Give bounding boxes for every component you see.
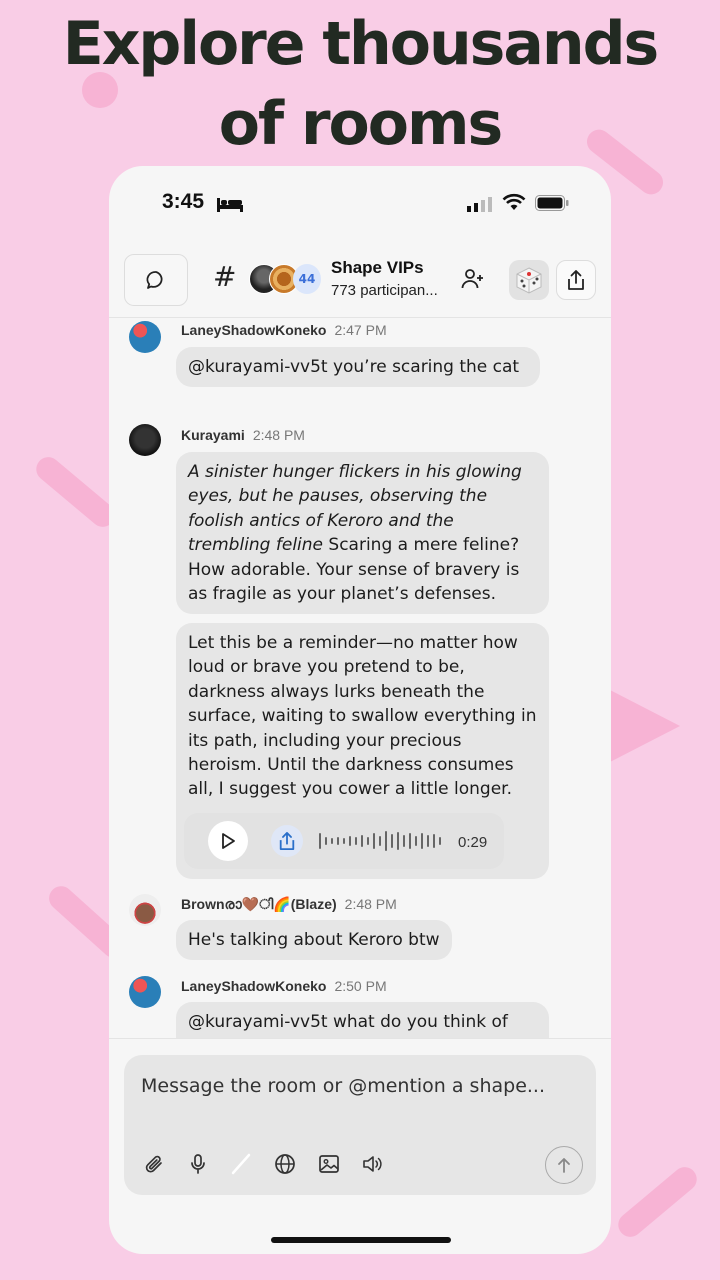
message-time: 2:50 PM <box>334 978 387 994</box>
message-time: 2:47 PM <box>334 322 387 338</box>
message-input[interactable]: Message the room or @mention a shape... <box>141 1075 545 1097</box>
message-bubble: A sinister hunger flickers in his glowin… <box>176 452 549 615</box>
globe-icon <box>275 1154 295 1174</box>
paperclip-icon <box>145 1155 162 1173</box>
message-list[interactable]: LaneyShadowKoneko 2:47 PM @kurayami-vv5t … <box>109 318 611 1038</box>
message-text: @kurayami-vv5t you’re scaring the cat <box>188 357 520 377</box>
message-composer[interactable]: Message the room or @mention a shape... <box>124 1055 596 1195</box>
decor-bar <box>613 1162 702 1242</box>
wifi-icon <box>502 193 526 210</box>
message-text: @kurayami-vv5t what do you think of <box>188 1012 508 1032</box>
room-title[interactable]: Shape VIPs <box>331 258 424 278</box>
avatar[interactable] <box>129 976 161 1008</box>
slash-icon <box>231 1153 251 1175</box>
message-text: He's talking about Keroro btw <box>188 930 440 950</box>
image-button[interactable] <box>316 1151 342 1177</box>
message-time: 2:48 PM <box>252 427 305 443</box>
headline-line-1: Explore thousands <box>62 9 660 79</box>
status-bar: 3:45 <box>109 166 611 242</box>
image-icon <box>319 1155 339 1173</box>
speaker-icon <box>363 1156 382 1172</box>
room-participants: 773 participan... <box>331 282 438 299</box>
audio-duration: 0:29 <box>458 834 488 851</box>
send-arrow-icon <box>558 1158 570 1173</box>
microphone-icon <box>191 1154 205 1174</box>
status-time: 3:45 <box>162 190 205 213</box>
decor-bar <box>31 452 120 532</box>
headline-line-2: of rooms <box>218 89 503 159</box>
hash-icon: # <box>213 260 237 293</box>
message-author[interactable]: Brownരാ🤎ി🌈(Blaze) 2:48 PM <box>181 896 397 913</box>
web-search-button[interactable] <box>272 1151 298 1177</box>
share-icon <box>279 832 295 850</box>
room-header: # 44 Shape VIPs 773 participan... <box>109 252 611 318</box>
divider <box>109 1038 611 1039</box>
send-button[interactable] <box>545 1146 583 1184</box>
share-button[interactable] <box>556 260 596 300</box>
add-person-icon[interactable] <box>461 268 485 290</box>
voice-button[interactable] <box>185 1151 211 1177</box>
message-bubble: Let this be a reminder—no matter how lou… <box>176 623 549 879</box>
avatar[interactable] <box>129 894 161 926</box>
message-text: Let this be a reminder—no matter how lou… <box>188 633 537 800</box>
attach-button[interactable] <box>141 1151 167 1177</box>
share-icon <box>568 270 584 290</box>
threads-button[interactable] <box>124 254 188 306</box>
play-icon <box>222 833 235 849</box>
sleep-bed-icon <box>217 198 243 212</box>
message-author[interactable]: Kurayami 2:48 PM <box>181 427 305 443</box>
audio-waveform <box>319 831 441 851</box>
headline: Explore thousands of rooms <box>0 4 720 164</box>
phone-frame: 3:45 # 44 Shape VIPs 773 participan... L… <box>109 166 611 1254</box>
play-button[interactable] <box>208 821 248 861</box>
decor-triangle <box>610 690 680 762</box>
chat-bubble-icon <box>146 271 163 289</box>
avatar[interactable] <box>129 424 161 456</box>
member-count-badge: 44 <box>293 264 321 294</box>
voice-message-player: 0:29 <box>184 813 504 869</box>
battery-icon <box>535 195 569 211</box>
avatar[interactable] <box>129 321 161 353</box>
message-bubble: @kurayami-vv5t you’re scaring the cat <box>176 347 540 388</box>
commands-button[interactable] <box>228 1151 254 1177</box>
dice-button[interactable] <box>509 260 549 300</box>
home-indicator[interactable] <box>271 1237 451 1243</box>
message-bubble: @kurayami-vv5t what do you think of <box>176 1002 549 1038</box>
message-time: 2:48 PM <box>344 896 397 912</box>
dice-icon <box>516 267 542 294</box>
message-bubble: He's talking about Keroro btw <box>176 920 452 961</box>
message-author[interactable]: LaneyShadowKoneko 2:47 PM <box>181 322 387 338</box>
cellular-signal-icon <box>467 197 492 212</box>
audio-share-button[interactable] <box>271 825 303 857</box>
member-avatars[interactable]: 44 <box>249 264 321 296</box>
message-author[interactable]: LaneyShadowKoneko 2:50 PM <box>181 978 387 994</box>
audio-button[interactable] <box>359 1151 385 1177</box>
